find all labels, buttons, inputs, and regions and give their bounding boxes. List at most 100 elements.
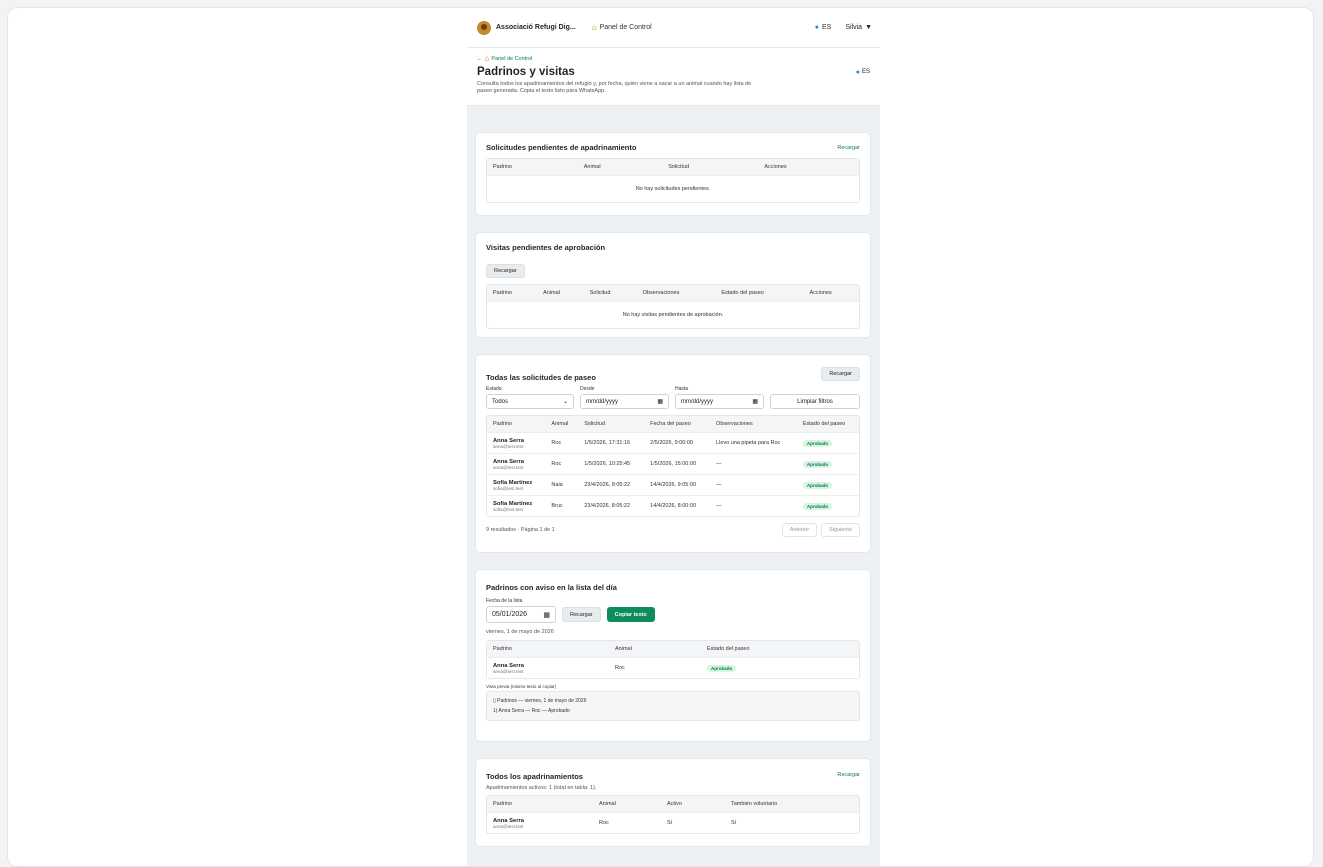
activo-cell: Sí: [661, 812, 725, 833]
user-menu[interactable]: Silvia ▼: [845, 24, 872, 31]
page-title: Padrinos y visitas: [477, 66, 575, 78]
column-header: Animal: [545, 416, 579, 432]
pagination: 9 resultados · Página 1 de 1 Anterior Si…: [486, 523, 860, 537]
table-header-row: Padrino Animal Solicitud Fecha del paseo…: [487, 416, 859, 432]
copy-text-button[interactable]: Copiar texto: [606, 607, 655, 622]
language-code: ES: [821, 24, 832, 31]
arrow-left-icon: ←: [477, 55, 483, 62]
table-header-row: Padrino Animal Estado del paseo: [487, 641, 859, 657]
table-header-row: Padrino Animal Solicitud Observaciones E…: [487, 285, 859, 301]
day-text: viernes, 1 de mayo de 2026: [486, 629, 554, 635]
observaciones-cell: —: [710, 474, 797, 495]
observaciones-cell: —: [710, 453, 797, 474]
hasta-date-input[interactable]: mm/dd/yyyy ▦: [675, 394, 764, 409]
column-header: Fecha del paseo: [644, 416, 711, 432]
app-container: Associació Refugi Dig... ⌂ Panel de Cont…: [467, 8, 880, 866]
table-row[interactable]: Anna Serra anna@test.test Roc 1/5/2026, 1…: [487, 453, 859, 474]
solicitud-cell: 23/4/2026, 8:05:22: [578, 474, 645, 495]
column-header: Solicitud: [583, 285, 637, 301]
column-header: Acciones: [803, 285, 859, 301]
padrino-email: anna@test.test: [493, 668, 524, 674]
sponsorships-table: Padrino Animal Activo También voluntario…: [486, 795, 860, 834]
date-value: 05/01/2026: [492, 611, 528, 618]
clear-filters-button[interactable]: Limpiar filtros: [770, 394, 860, 409]
prev-page-button[interactable]: Anterior: [781, 523, 818, 537]
column-header: Animal: [577, 159, 663, 175]
status-badge: Aprobado: [802, 439, 833, 447]
fecha-cell: 14/4/2026, 8:00:00: [644, 495, 711, 516]
table-row[interactable]: Sofia Martínez sofia@test.test Naia 23/4/…: [487, 474, 859, 495]
status-badge: Aprobado: [802, 502, 833, 510]
preview-box: ▯ Padrinos — viernes, 1 de mayo de 2026 …: [486, 691, 860, 721]
status-badge: Aprobado: [802, 460, 833, 468]
date-label: Fecha de la lista: [486, 598, 523, 604]
calendar-icon: ▦: [657, 399, 663, 405]
padrino-email: anna@test.test: [493, 823, 524, 829]
column-header: Animal: [609, 641, 701, 657]
reload-button[interactable]: Recargar: [837, 772, 860, 778]
estado-value: Todos: [492, 398, 509, 405]
column-header: Padrino: [487, 416, 546, 432]
voluntario-cell: Sí: [725, 812, 859, 833]
observaciones-cell: Llevo una pipeta para Roc: [710, 432, 797, 453]
house-icon: ⌂: [591, 23, 597, 32]
browser-frame: Associació Refugi Dig... ⌂ Panel de Cont…: [7, 7, 1314, 867]
column-header: Observaciones: [636, 285, 716, 301]
preview-label: Vista previa (mismo texto al copiar): [486, 684, 557, 689]
empty-row: No hay visitas pendientes de aprobación.: [487, 301, 859, 328]
column-header: Solicitud: [662, 159, 759, 175]
table-header-row: Padrino Animal Solicitud Acciones: [487, 159, 859, 175]
animal-cell: Roc: [609, 657, 701, 678]
table-row[interactable]: Anna Serra anna@test.test Roc 1/5/2026, 1…: [487, 432, 859, 453]
padrino-email: anna@test.test: [493, 464, 524, 470]
filter-label: Hasta: [675, 386, 689, 392]
globe-icon: ●: [814, 24, 819, 31]
top-bar: Associació Refugi Dig... ⌂ Panel de Cont…: [467, 8, 880, 48]
language-selector[interactable]: ● ES: [815, 24, 832, 31]
solicitud-cell: 1/5/2026, 17:31:16: [578, 432, 645, 453]
preview-line: 1) Anna Serra — Roc — Aprobado: [493, 708, 570, 714]
nav-panel-label: Panel de Control: [599, 24, 652, 31]
reload-button[interactable]: Recargar: [821, 366, 860, 381]
animal-cell: Bruc: [545, 495, 579, 516]
animal-cell: Roc: [545, 432, 579, 453]
calendar-icon: ▦: [543, 611, 550, 619]
estado-select[interactable]: Todos ⌄: [486, 394, 574, 409]
empty-row: No hay solicitudes pendientes.: [487, 175, 859, 202]
filters-row: Estado Todos ⌄ Desde mm/dd/yyyy ▦ Hasta …: [486, 386, 860, 409]
reload-button[interactable]: Recargar: [562, 607, 601, 622]
nav-panel-link[interactable]: ⌂ Panel de Control: [592, 23, 652, 32]
preview-line: Padrinos — viernes, 1 de mayo de 2026: [497, 698, 587, 704]
column-header: Padrino: [487, 796, 593, 812]
list-date-input[interactable]: 05/01/2026 ▦: [486, 606, 556, 623]
column-header: Estado del paseo: [701, 641, 859, 657]
language-indicator[interactable]: ● ES: [856, 69, 870, 76]
all-sponsorships-card: Todos los apadrinamientos Recargar Apadr…: [475, 758, 871, 847]
table-row[interactable]: Anna Serra anna@test.test Roc Sí Sí: [487, 812, 859, 833]
reload-button[interactable]: Recargar: [486, 264, 525, 278]
daily-list-card: Padrinos con aviso en la lista del día F…: [475, 569, 871, 742]
date-placeholder: mm/dd/yyyy: [586, 398, 619, 405]
padrino-email: sofia@test.test: [493, 506, 523, 512]
filter-label: Desde: [580, 386, 595, 392]
empty-message: No hay solicitudes pendientes.: [487, 175, 859, 202]
desde-date-input[interactable]: mm/dd/yyyy ▦: [580, 394, 669, 409]
reload-button[interactable]: Recargar: [837, 145, 860, 151]
back-link[interactable]: ← ⌂ Panel de Control: [477, 54, 870, 63]
column-header: Solicitud: [578, 416, 645, 432]
next-page-button[interactable]: Siguiente: [821, 523, 860, 537]
chevron-down-icon: ▼: [865, 24, 872, 31]
empty-message: No hay visitas pendientes de aprobación.: [487, 301, 859, 328]
brand-name[interactable]: Associació Refugi Dig...: [496, 24, 576, 31]
column-header: Observaciones: [710, 416, 797, 432]
all-walks-card: Todas las solicitudes de paseo Recargar …: [475, 354, 871, 553]
table-row[interactable]: Anna Serra anna@test.test Roc Aprobado: [487, 657, 859, 678]
status-badge: Aprobado: [707, 664, 737, 672]
calendar-icon: ▦: [752, 399, 758, 405]
table-row[interactable]: Sofia Martínez sofia@test.test Bruc 23/4/…: [487, 495, 859, 516]
pending-visits-card: Visitas pendientes de aprobación Recarga…: [475, 232, 871, 338]
animal-cell: Naia: [545, 474, 579, 495]
daily-list-table: Padrino Animal Estado del paseo Anna Ser…: [486, 640, 860, 679]
card-title: Visitas pendientes de aprobación: [486, 243, 606, 252]
pending-visits-table: Padrino Animal Solicitud Observaciones E…: [486, 284, 860, 329]
